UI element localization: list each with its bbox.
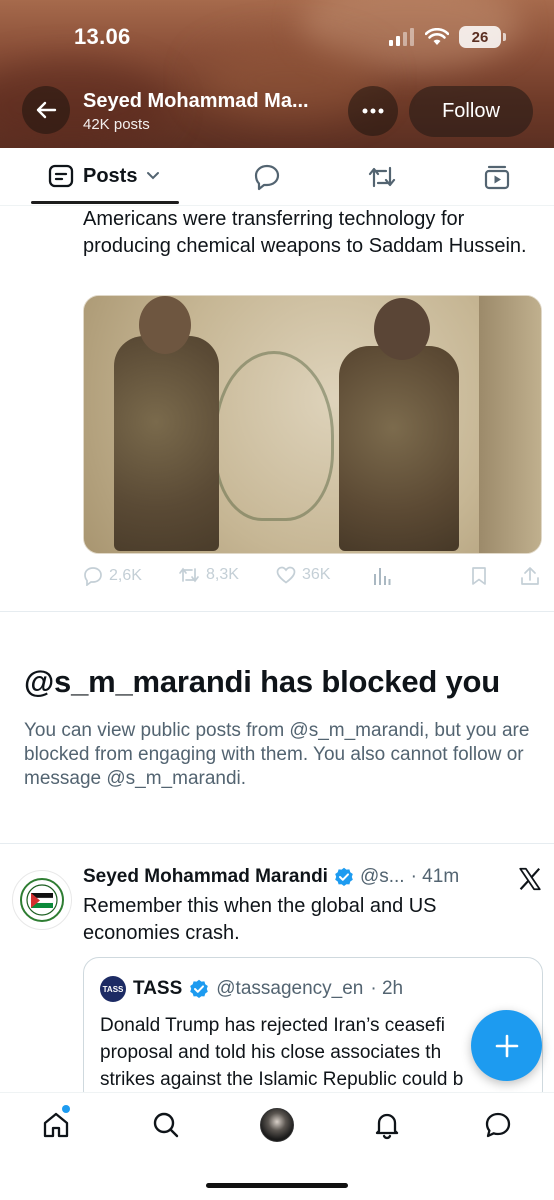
x-logo-icon[interactable]: [517, 866, 543, 892]
nav-search[interactable]: [148, 1107, 184, 1143]
active-tab-indicator: [31, 201, 179, 204]
arrow-left-icon: [36, 101, 57, 119]
bookmark-icon: [472, 567, 486, 585]
tweet-actions: 2,6K 8,3K 36K: [83, 566, 543, 588]
home-icon: [43, 1112, 69, 1138]
status-time: 13.06: [74, 24, 131, 49]
palestine-flag-avatar-icon: [20, 878, 64, 922]
more-dots-icon: [362, 108, 384, 114]
tweet-photo[interactable]: [83, 295, 542, 554]
more-options-button[interactable]: [348, 86, 398, 136]
reply-icon: [84, 567, 102, 586]
divider: [0, 843, 554, 844]
tweet-author-name[interactable]: Seyed Mohammad Marandi: [83, 866, 328, 888]
tab-posts[interactable]: Posts: [48, 164, 160, 188]
follow-button[interactable]: Follow: [409, 86, 533, 137]
nav-profile[interactable]: [259, 1107, 295, 1143]
chevron-down-icon: [147, 172, 160, 180]
tweet-author-handle: @s...: [359, 866, 405, 887]
avatar[interactable]: [12, 870, 72, 930]
heart-icon: [276, 566, 296, 584]
home-indicator: [206, 1183, 348, 1188]
like-count: 36K: [302, 566, 331, 583]
divider: [0, 611, 554, 612]
repost-count: 8,3K: [206, 566, 239, 583]
nav-notifications[interactable]: [369, 1107, 405, 1143]
back-button[interactable]: [22, 86, 70, 134]
views-icon: [374, 568, 391, 585]
tab-posts-label: Posts: [83, 164, 138, 187]
views-button[interactable]: [373, 566, 391, 586]
repost-button[interactable]: 8,3K: [178, 566, 239, 584]
search-icon: [153, 1112, 179, 1138]
signal-icon: [389, 28, 414, 46]
profile-tabs: Posts: [0, 148, 554, 206]
verified-badge-icon: [335, 867, 353, 886]
posts-icon: [48, 164, 74, 188]
reposts-icon: [368, 166, 396, 188]
share-button[interactable]: [520, 566, 540, 586]
post-count: 42K posts: [83, 116, 150, 133]
media-icon: [484, 165, 510, 190]
tab-media[interactable]: [482, 162, 512, 192]
battery-cap: [503, 33, 506, 41]
tweet-text: Remember this when the global and US eco…: [83, 895, 437, 944]
battery-icon: 26: [459, 26, 501, 48]
quote-time: · 2h: [370, 978, 404, 999]
quote-header: TASS TASS @tassagency_en · 2h: [100, 976, 403, 1002]
bookmark-button[interactable]: [470, 566, 488, 586]
notification-dot: [62, 1105, 70, 1113]
profile-banner: 13.06 26 Seyed Mohammad Ma... 42K posts …: [0, 0, 554, 148]
quote-text-line: strikes against the Islamic Republic cou…: [100, 1069, 464, 1090]
avatar: [260, 1108, 294, 1142]
profile-name: Seyed Mohammad Ma...: [83, 90, 309, 112]
like-button[interactable]: 36K: [276, 566, 330, 584]
compose-button[interactable]: [471, 1010, 542, 1081]
tass-logo: TASS: [100, 976, 126, 1002]
tweet-text: Americans were transferring technology f…: [83, 208, 527, 257]
wall-emblem: [214, 351, 334, 521]
reply-button[interactable]: 2,6K: [83, 566, 142, 586]
photo-person: [339, 346, 459, 551]
reply-count: 2,6K: [109, 567, 142, 584]
photo-person: [114, 336, 219, 551]
blocked-body: You can view public posts from @s_m_mara…: [24, 720, 530, 789]
repost-icon: [179, 567, 199, 583]
status-icons: 26: [389, 26, 506, 48]
messages-icon: [485, 1112, 511, 1138]
plus-icon: [495, 1034, 518, 1057]
tweet-header: Seyed Mohammad Marandi @s... · 41m: [83, 866, 513, 888]
tab-reposts[interactable]: [367, 162, 397, 192]
tweet-time: · 41m: [410, 866, 460, 887]
tab-replies[interactable]: [252, 162, 282, 192]
nav-home[interactable]: [38, 1107, 74, 1143]
replies-icon: [254, 164, 280, 191]
nav-messages[interactable]: [480, 1107, 516, 1143]
verified-badge-icon: [190, 979, 209, 998]
quote-author-handle: @tassagency_en: [216, 978, 364, 999]
wifi-icon: [425, 28, 449, 45]
blocked-title: @s_m_marandi has blocked you: [24, 664, 501, 699]
share-icon: [521, 567, 539, 585]
quote-author-name: TASS: [133, 978, 183, 999]
bell-icon: [375, 1113, 399, 1140]
